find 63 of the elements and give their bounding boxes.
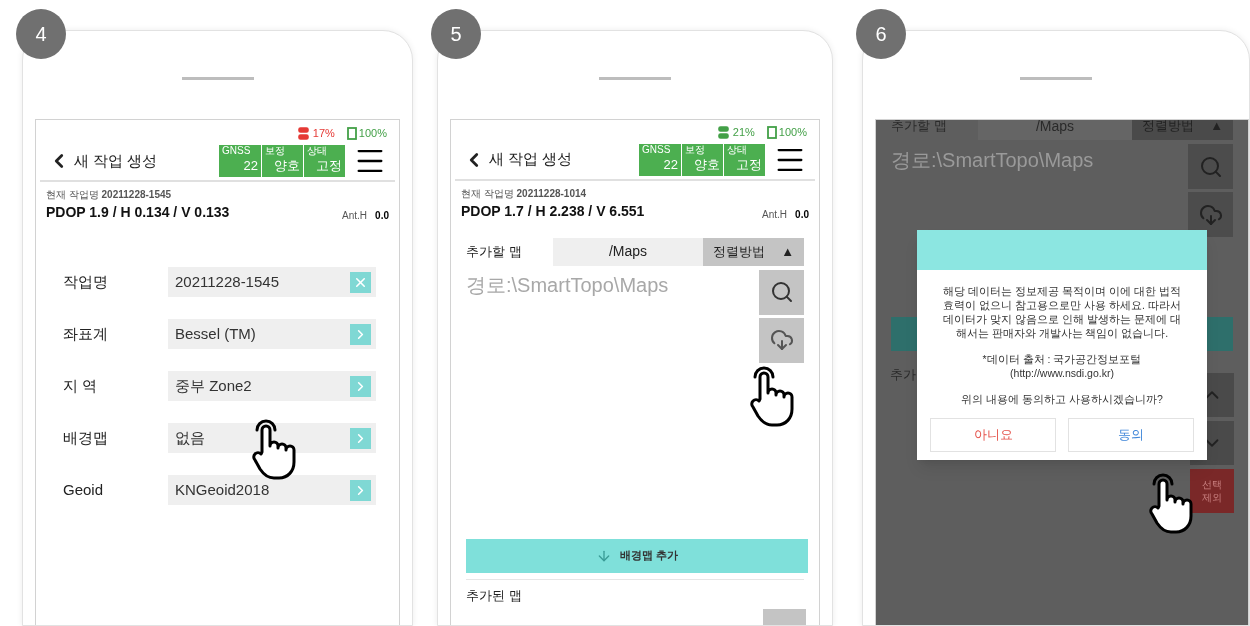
cloud-download-icon [1198, 202, 1223, 227]
signal-percent: 21% [732, 125, 755, 140]
folder-name: /Maps [1035, 120, 1075, 136]
ant-label: Ant.H [762, 207, 788, 222]
search-icon [1198, 154, 1223, 179]
back-button[interactable]: 새 작업 생성 [48, 149, 158, 173]
field-value: 없음 [175, 427, 205, 448]
field-label: Geoid [62, 479, 105, 500]
battery-icon [766, 125, 777, 139]
added-maps-label: 추가된 맵 [465, 586, 523, 605]
data-source-note: *데이터 출처 : 국가공간정보포털(http://www.nsdi.go.kr) [981, 352, 1143, 380]
battery-percent: 100% [778, 125, 807, 140]
pdop-reading: PDOP 1.7 / H 2.238 / V 6.551 [461, 201, 645, 221]
gnss-label: 상태 [307, 145, 328, 157]
gnss-label: 보정 [685, 143, 706, 156]
field-value: 중부 Zone2 [175, 375, 252, 396]
agree-button[interactable]: 동의 [1068, 418, 1194, 452]
search-icon [769, 280, 794, 304]
cloud-download-icon [769, 328, 794, 352]
signal-percent: 17% [312, 125, 335, 141]
field-value: 20211228-1545 [175, 271, 279, 292]
path-input[interactable]: 경로:\SmartTopo\Maps [891, 144, 1131, 176]
job-name-line: 현재 작업명 20211228-1545 [46, 188, 172, 202]
drag-handle [599, 77, 671, 80]
gnss-value: 고정 [315, 157, 342, 175]
field-value: Bessel (TM) [175, 323, 256, 344]
consent-question: 위의 내용에 동의하고 사용하시겠습니까? [961, 392, 1163, 406]
step-badge: 6 [856, 9, 906, 59]
step-badge: 4 [16, 9, 66, 59]
gnss-value: 22 [662, 155, 678, 174]
map-label: 추가할 맵 [466, 242, 523, 261]
field-label: 좌표계 [62, 323, 109, 344]
back-button[interactable]: 새 작업 생성 [463, 148, 573, 171]
ant-label: Ant.H [342, 209, 368, 223]
gnss-label: 보정 [265, 145, 286, 157]
path-input[interactable]: 경로:\SmartTopo\Maps [466, 269, 706, 302]
folder-name: /Maps [608, 242, 648, 261]
gnss-value: 22 [242, 157, 258, 175]
dialog-message: 해당 데이터는 정보제공 목적이며 이에 대한 법적효력이 없으니 참고용으로만 사용 하세요. 따라서 데이터가 맞지 않음으로 인해 발생하는 문제에 대해서는 판매자와 개발사는 책임이 없습니다. [942, 284, 1182, 340]
battery-icon [346, 126, 357, 140]
step-badge: 5 [431, 9, 481, 59]
gnss-label: GNSS [222, 145, 252, 157]
job-name-line: 현재 작업명 20211228-1014 [461, 186, 587, 201]
battery-percent: 100% [358, 125, 387, 141]
field-label: 배경맵 [62, 427, 109, 448]
cloud-download-button[interactable] [1188, 192, 1233, 237]
field-value: KNGeoid2018 [175, 479, 270, 500]
cancel-button[interactable]: 아니요 [930, 418, 1056, 452]
sort-button[interactable]: 정렬방법 ▲ [703, 237, 804, 266]
ant-value: 0.0 [375, 209, 389, 223]
cloud-download-button[interactable] [759, 317, 804, 363]
gnss-label: 상태 [727, 143, 748, 156]
search-button[interactable] [759, 269, 804, 315]
ant-value: 0.0 [795, 207, 809, 222]
gnss-value: 고정 [735, 155, 762, 174]
drag-handle [1020, 77, 1092, 80]
pdop-reading: PDOP 1.9 / H 0.134 / V 0.133 [46, 203, 230, 222]
add-background-map-button[interactable]: 배경맵 추가 [466, 538, 808, 573]
gnss-value: 양호 [693, 155, 720, 174]
field-label: 지 역 [62, 375, 99, 396]
field-label: 작업명 [62, 271, 109, 292]
gnss-label: GNSS [642, 143, 672, 156]
gnss-value: 양호 [273, 157, 300, 175]
